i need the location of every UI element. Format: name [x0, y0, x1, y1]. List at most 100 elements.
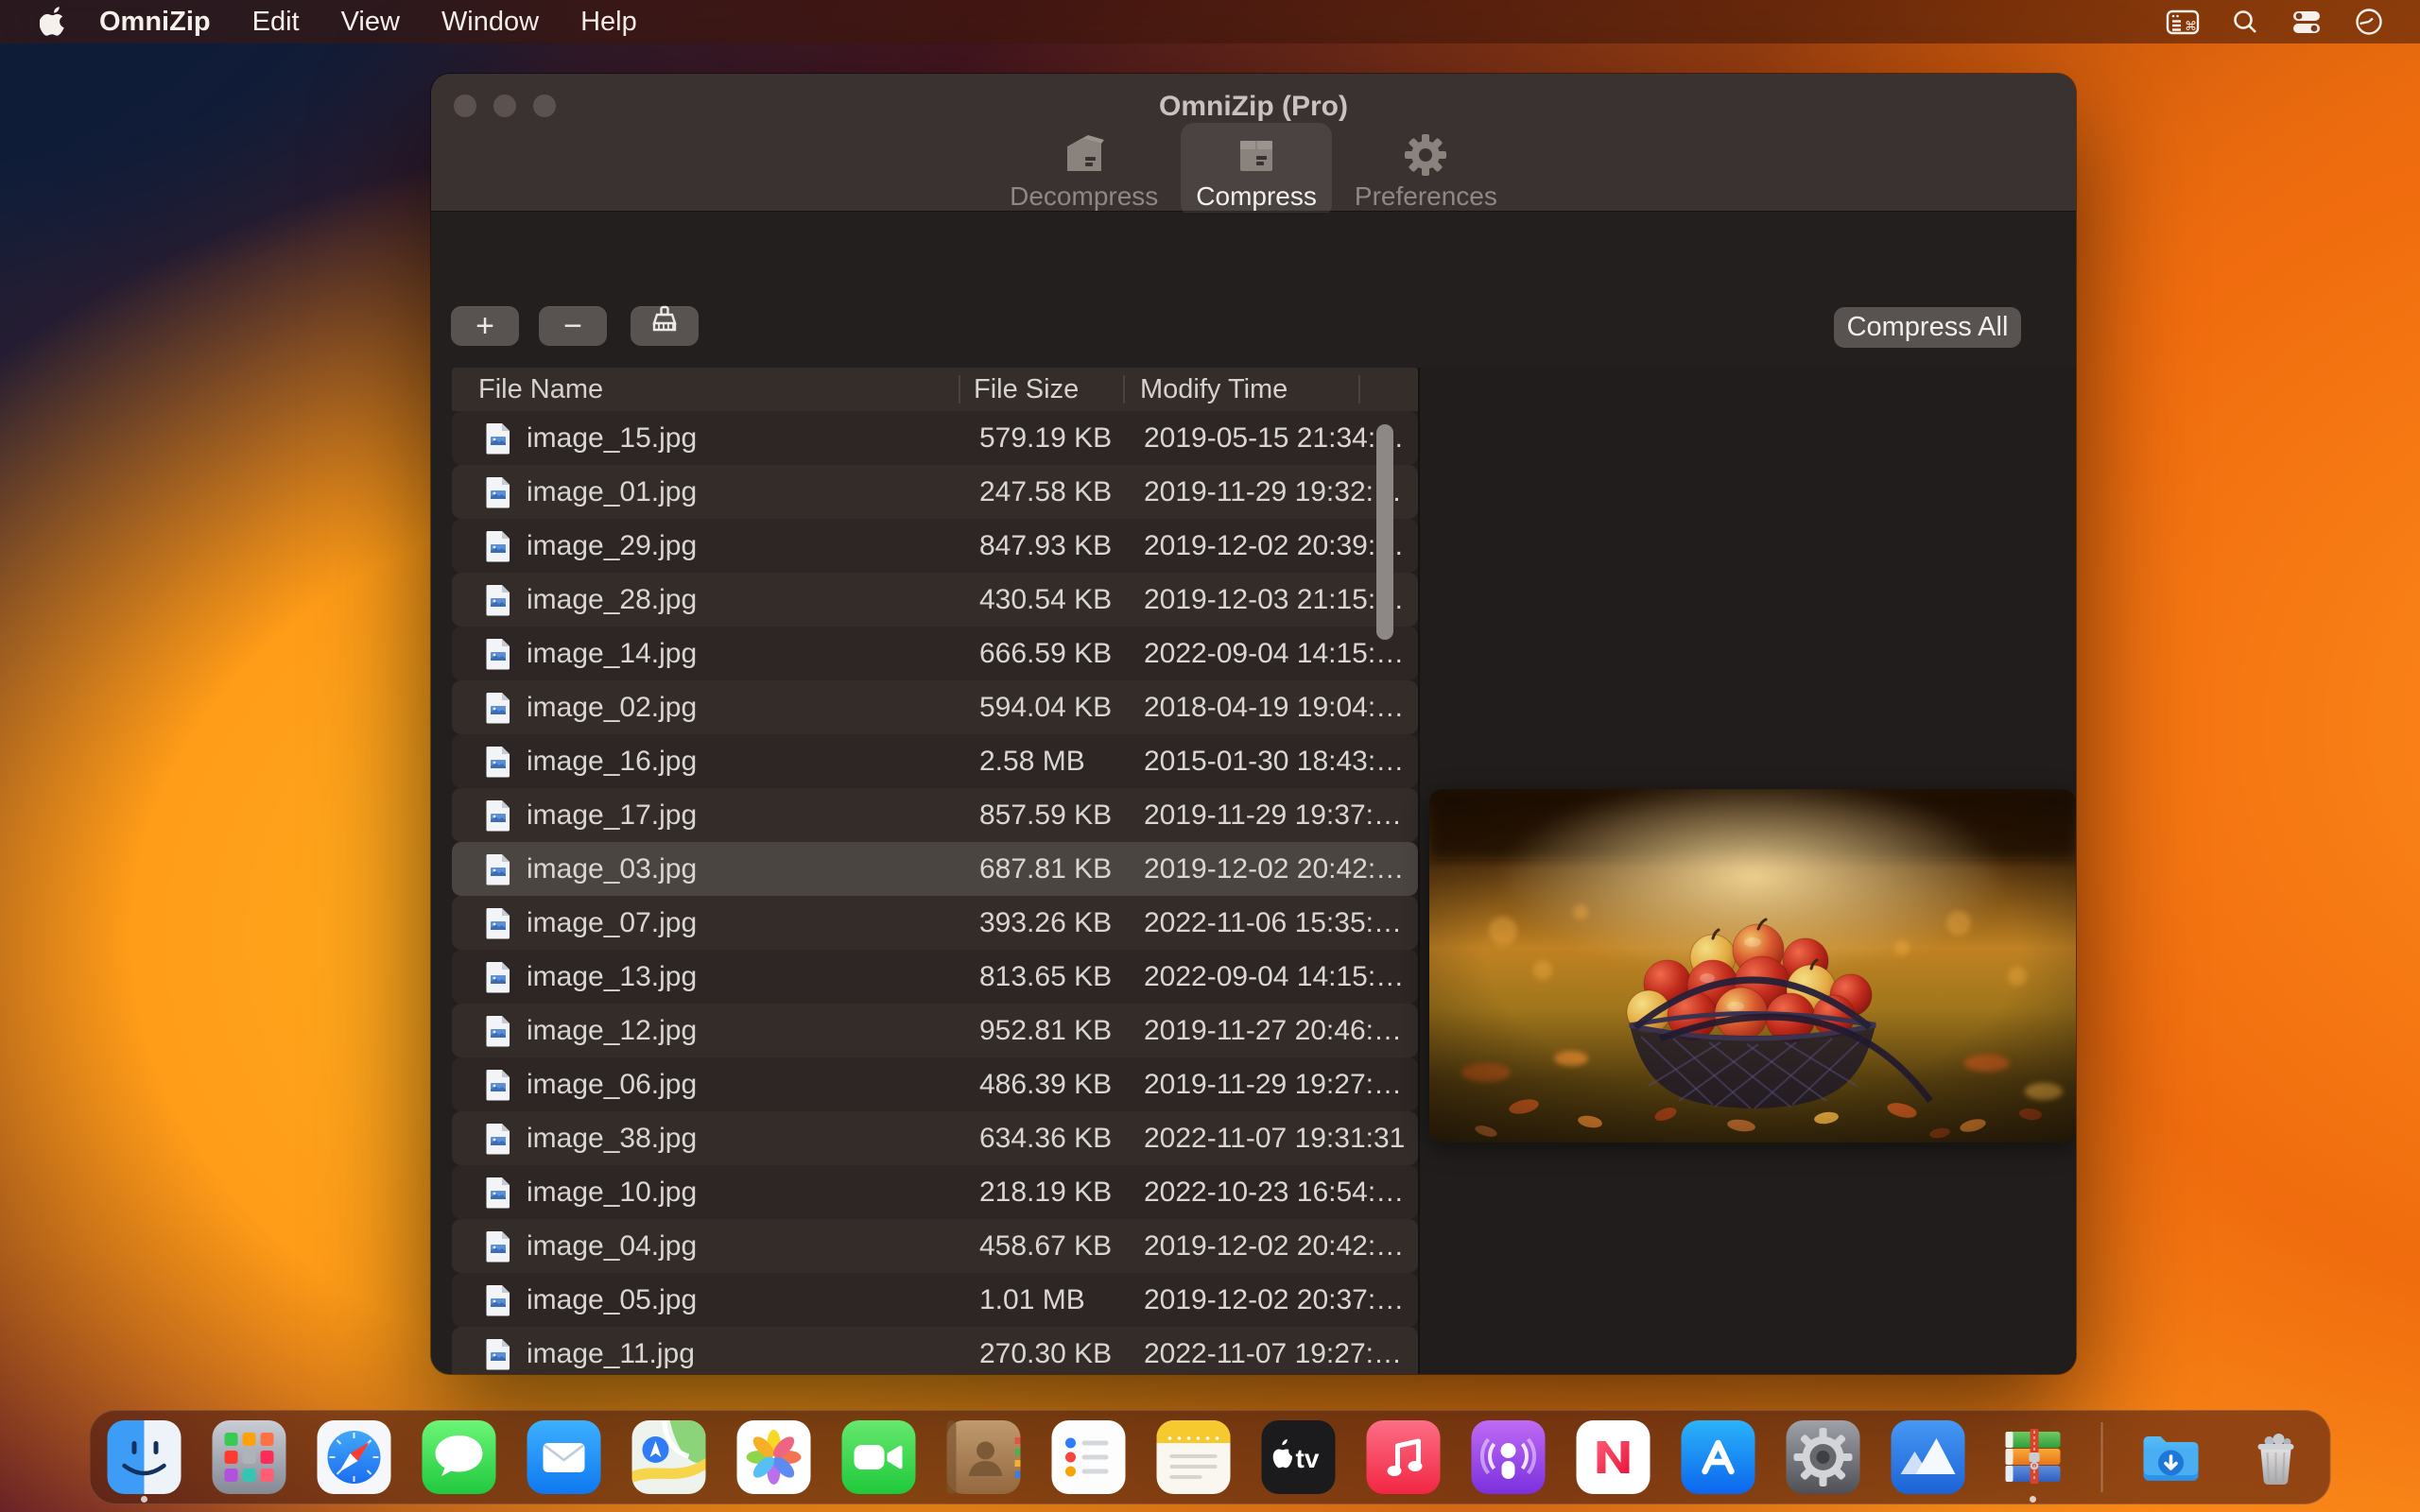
column-modify-time[interactable]: Modify Time: [1123, 375, 1360, 404]
dock-item-safari[interactable]: [318, 1420, 391, 1494]
table-row[interactable]: image_17.jpg 857.59 KB 2019-11-29 19:37:…: [452, 788, 1418, 842]
window-content: + − Compress All File Name File Size: [431, 213, 2076, 1374]
file-size: 847.93 KB: [959, 530, 1123, 562]
clock-icon[interactable]: [2354, 7, 2384, 37]
search-icon[interactable]: [2231, 8, 2259, 36]
dock-item-messages[interactable]: [423, 1420, 496, 1494]
maps-icon: [632, 1420, 706, 1494]
svg-text:⌘: ⌘: [2185, 20, 2197, 34]
file-name: image_07.jpg: [527, 907, 697, 939]
dock-item-photos[interactable]: [737, 1420, 811, 1494]
modify-time: 2015-01-30 18:43:…: [1123, 746, 1360, 778]
file-size: 687.81 KB: [959, 853, 1123, 885]
modify-time: 2022-11-07 19:31:31: [1123, 1123, 1360, 1155]
modify-time: 2019-12-03 21:15:…: [1123, 584, 1360, 616]
notes-icon: [1157, 1420, 1231, 1494]
table-row[interactable]: image_05.jpg 1.01 MB 2019-12-02 20:37:…: [452, 1273, 1418, 1327]
photos-icon: [737, 1420, 811, 1494]
tab-preferences[interactable]: Preferences: [1340, 123, 1512, 217]
broom-icon: [648, 305, 681, 348]
table-row[interactable]: image_02.jpg 594.04 KB 2018-04-19 19:04:…: [452, 680, 1418, 734]
dock-item-trash[interactable]: [2239, 1420, 2313, 1494]
dock-item-finder[interactable]: [108, 1420, 182, 1494]
jpeg-file-icon: [485, 961, 511, 993]
table-row[interactable]: image_12.jpg 952.81 KB 2019-11-27 20:46:…: [452, 1004, 1418, 1057]
file-name: image_12.jpg: [527, 1015, 697, 1047]
modify-time: 2022-09-04 14:15:…: [1123, 961, 1360, 993]
column-file-size[interactable]: File Size: [959, 375, 1123, 404]
jpeg-file-icon: [485, 1338, 511, 1370]
finder-icon: [108, 1420, 182, 1494]
file-size: 486.39 KB: [959, 1069, 1123, 1101]
menu-view[interactable]: View: [341, 7, 400, 38]
dock-item-mountains-app[interactable]: [1892, 1420, 1965, 1494]
table-row[interactable]: image_07.jpg 393.26 KB 2022-11-06 15:35:…: [452, 896, 1418, 950]
file-size: 813.65 KB: [959, 961, 1123, 993]
table-row[interactable]: image_14.jpg 666.59 KB 2022-09-04 14:15:…: [452, 627, 1418, 680]
dock-item-facetime[interactable]: [842, 1420, 916, 1494]
dock-item-notes[interactable]: [1157, 1420, 1231, 1494]
dock-item-contacts[interactable]: [947, 1420, 1021, 1494]
compress-all-button[interactable]: Compress All: [1834, 307, 2021, 348]
menu-help[interactable]: Help: [580, 7, 637, 38]
jpeg-file-icon: [485, 584, 511, 616]
dock-item-podcasts[interactable]: [1472, 1420, 1546, 1494]
table-row[interactable]: image_28.jpg 430.54 KB 2019-12-03 21:15:…: [452, 573, 1418, 627]
file-size: 218.19 KB: [959, 1177, 1123, 1209]
facetime-icon: [842, 1420, 916, 1494]
clear-list-button[interactable]: [631, 306, 699, 346]
dock-item-launchpad[interactable]: [213, 1420, 286, 1494]
menu-window[interactable]: Window: [441, 7, 539, 38]
dock-item-app-store[interactable]: [1682, 1420, 1755, 1494]
table-row[interactable]: image_38.jpg 634.36 KB 2022-11-07 19:31:…: [452, 1111, 1418, 1165]
table-row[interactable]: image_03.jpg 687.81 KB 2019-12-02 20:42:…: [452, 842, 1418, 896]
remove-files-button[interactable]: −: [539, 306, 607, 346]
menu-app-name[interactable]: OmniZip: [99, 7, 211, 38]
table-row[interactable]: image_16.jpg 2.58 MB 2015-01-30 18:43:…: [452, 734, 1418, 788]
control-center-icon[interactable]: [2290, 8, 2323, 36]
table-row[interactable]: image_15.jpg 579.19 KB 2019-05-15 21:34:…: [452, 411, 1418, 465]
tab-decompress[interactable]: Decompress: [994, 123, 1173, 217]
file-name: image_02.jpg: [527, 692, 697, 724]
table-row[interactable]: image_29.jpg 847.93 KB 2019-12-02 20:39:…: [452, 519, 1418, 573]
omnizip-window: OmniZip (Pro) Decompress: [431, 74, 2076, 1374]
table-row[interactable]: image_04.jpg 458.67 KB 2019-12-02 20:42:…: [452, 1219, 1418, 1273]
add-files-button[interactable]: +: [451, 306, 519, 346]
dock-item-maps[interactable]: [632, 1420, 706, 1494]
file-size: 952.81 KB: [959, 1015, 1123, 1047]
running-indicator: [2030, 1496, 2036, 1503]
jpeg-file-icon: [485, 692, 511, 724]
apple-menu-icon[interactable]: [40, 7, 65, 37]
menu-edit[interactable]: Edit: [252, 7, 300, 38]
modify-time: 2022-11-07 19:27:…: [1123, 1338, 1360, 1370]
dock-item-news[interactable]: [1577, 1420, 1651, 1494]
safari-icon: [318, 1420, 391, 1494]
dock-item-downloads-folder[interactable]: [2135, 1420, 2208, 1494]
file-name: image_10.jpg: [527, 1177, 697, 1209]
vertical-scrollbar-thumb[interactable]: [1376, 424, 1393, 640]
dock-item-tv[interactable]: tv: [1262, 1420, 1336, 1494]
modify-time: 2022-09-04 14:15:…: [1123, 638, 1360, 670]
minus-icon: −: [563, 308, 582, 345]
tab-compress[interactable]: Compress: [1181, 123, 1332, 217]
window-switcher-icon[interactable]: ⌘: [2166, 8, 2200, 36]
file-name: image_04.jpg: [527, 1230, 697, 1263]
table-row[interactable]: image_13.jpg 813.65 KB 2022-09-04 14:15:…: [452, 950, 1418, 1004]
jpeg-file-icon: [485, 746, 511, 778]
table-row[interactable]: image_06.jpg 486.39 KB 2019-11-29 19:27:…: [452, 1057, 1418, 1111]
dock-item-music[interactable]: [1367, 1420, 1441, 1494]
column-file-name[interactable]: File Name: [452, 375, 959, 404]
dock-item-omnizip-archiver[interactable]: [1996, 1420, 2070, 1494]
table-row[interactable]: image_10.jpg 218.19 KB 2022-10-23 16:54:…: [452, 1165, 1418, 1219]
file-name: image_17.jpg: [527, 799, 697, 832]
modify-time: 2019-12-02 20:42:…: [1123, 1230, 1360, 1263]
file-size: 2.58 MB: [959, 746, 1123, 778]
jpeg-file-icon: [485, 1015, 511, 1047]
dock-item-reminders[interactable]: [1052, 1420, 1126, 1494]
table-row[interactable]: image_11.jpg 270.30 KB 2022-11-07 19:27:…: [452, 1327, 1418, 1374]
dock-separator: [2101, 1422, 2103, 1492]
dock-item-mail[interactable]: [527, 1420, 601, 1494]
file-table: File Name File Size Modify Time image_15…: [452, 368, 1418, 1374]
table-row[interactable]: image_01.jpg 247.58 KB 2019-11-29 19:32:…: [452, 465, 1418, 519]
dock-item-system-settings[interactable]: [1787, 1420, 1860, 1494]
